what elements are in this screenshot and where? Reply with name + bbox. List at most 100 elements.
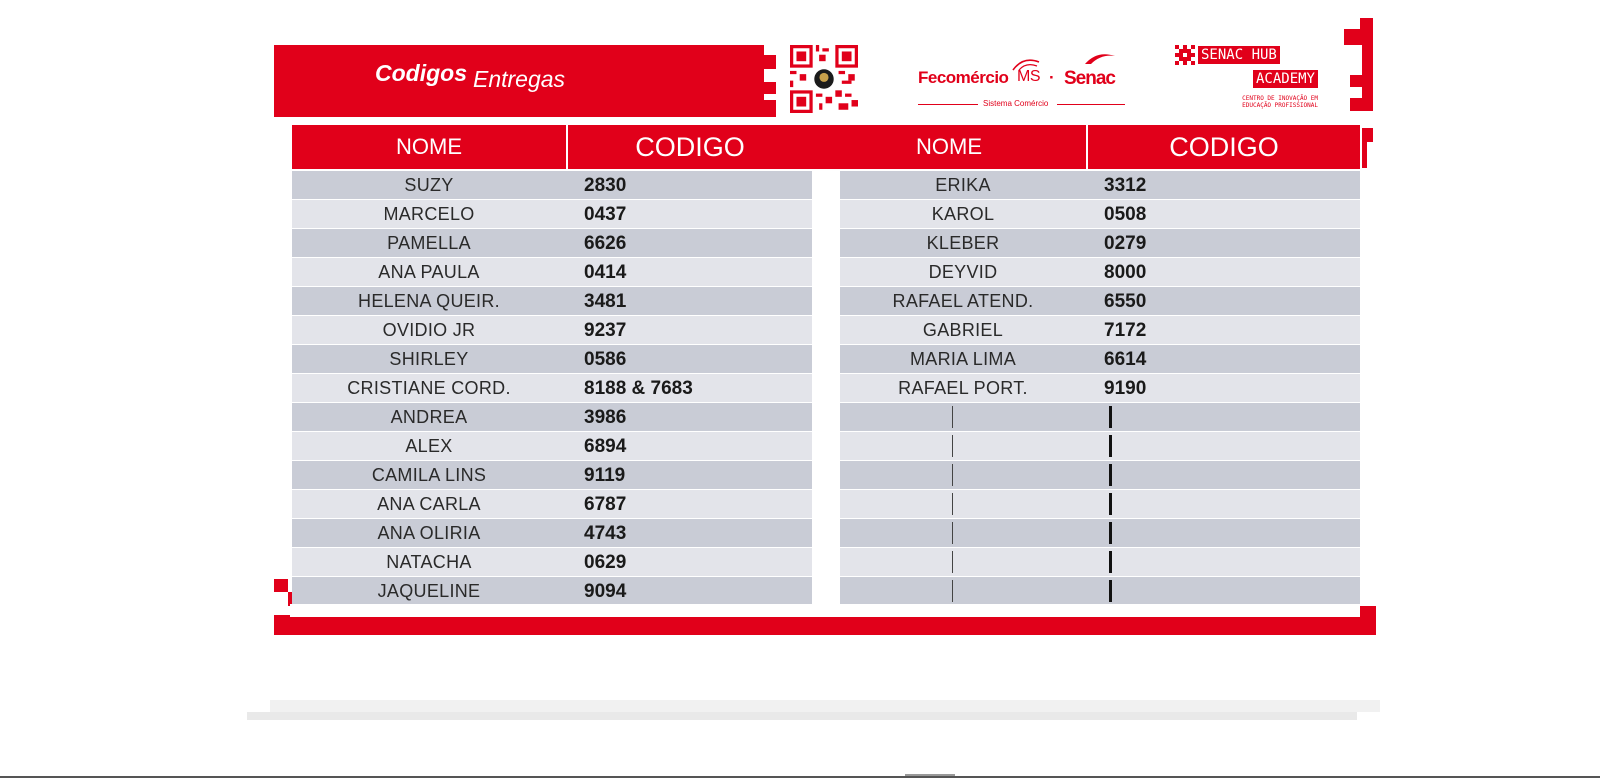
page-title: Codigos Entregas xyxy=(375,60,565,92)
fecomercio-senac-logo: Fecomércio MS · Senac Sistema Comércio xyxy=(915,50,1130,112)
empty-cell-marker xyxy=(1109,435,1112,457)
empty-cell-marker xyxy=(952,522,953,544)
hub-subtitle-2: EDUCAÇÃO PROFISSIONAL xyxy=(1242,102,1318,109)
empty-cell-marker xyxy=(1109,580,1112,602)
pixel-deco xyxy=(1362,142,1367,168)
pixel-deco xyxy=(1362,128,1373,142)
name-cell: KLEBER xyxy=(926,233,1000,253)
code-cell: 0437 xyxy=(584,204,627,225)
name-cell: RAFAEL PORT. xyxy=(898,378,1028,398)
pixel-deco xyxy=(748,45,764,55)
pixel-deco xyxy=(764,55,776,69)
empty-cell-marker xyxy=(1109,464,1112,486)
empty-cell-marker xyxy=(1109,493,1112,515)
name-cell: MARIA LIMA xyxy=(909,349,1017,369)
qr-code-icon[interactable] xyxy=(790,45,858,113)
fecomercio-text: Fecomércio xyxy=(918,68,1009,87)
empty-cell-marker xyxy=(952,464,953,486)
name-cell: OVIDIO JR xyxy=(382,320,476,340)
senac-text: Senac xyxy=(1064,68,1116,89)
name-cell: NATACHA xyxy=(386,552,472,572)
viewer-scroll-handle[interactable] xyxy=(905,774,955,776)
code-cell: 7172 xyxy=(1104,320,1147,341)
hub-subtitle-1: CENTRO DE INOVAÇÃO EM xyxy=(1242,95,1318,102)
hub-title-line1: SENAC HUB xyxy=(1198,46,1280,64)
name-cell: ANA OLIRIA xyxy=(377,523,481,543)
name-cell: RAFAEL ATEND. xyxy=(892,291,1034,311)
pixel-deco xyxy=(1360,18,1373,29)
name-cell: CAMILA LINS xyxy=(371,465,487,485)
pixel-deco xyxy=(1350,98,1362,111)
name-cell: ANA CARLA xyxy=(377,494,481,514)
code-cell: 6626 xyxy=(584,233,627,254)
name-cell: ANA PAULA xyxy=(378,262,480,282)
page-shadow xyxy=(270,700,1380,712)
name-cell: CRISTIANE CORD. xyxy=(347,378,511,398)
hub-pixel-icon xyxy=(1175,45,1195,65)
name-cell: KAROL xyxy=(931,204,995,224)
page-shadow xyxy=(247,712,1357,720)
senac-hub-academy-logo: SENAC HUB ACADEMY CENTRO DE INOVAÇÃO EM … xyxy=(1173,45,1318,113)
code-cell: 0629 xyxy=(584,552,627,573)
header-codigo-right: CODIGO xyxy=(1088,125,1360,169)
code-cell: 0586 xyxy=(584,349,627,370)
table-row xyxy=(840,519,1360,547)
name-cell: SHIRLEY xyxy=(389,349,469,369)
code-cell: 3481 xyxy=(584,291,627,312)
name-cell: ERIKA xyxy=(935,175,991,195)
table-row xyxy=(840,461,1360,489)
code-cell: 8000 xyxy=(1104,262,1147,283)
logo-rule-right xyxy=(1057,104,1125,105)
logo-separator: · xyxy=(1049,68,1055,87)
header-nome-left: NOME xyxy=(292,125,566,169)
pixel-deco xyxy=(764,82,776,94)
logo-rule-left xyxy=(918,104,978,105)
table-row xyxy=(840,432,1360,460)
empty-cell-marker xyxy=(952,580,953,602)
footer-inner xyxy=(290,604,1360,617)
header-codigo-left: CODIGO xyxy=(568,125,812,169)
empty-cell-marker xyxy=(952,551,953,573)
name-cell: ANDREA xyxy=(390,407,468,427)
pixel-deco xyxy=(1350,75,1362,87)
pixel-deco xyxy=(1360,606,1376,616)
name-cell: DEYVID xyxy=(928,262,998,282)
name-cell: HELENA QUEIR. xyxy=(358,291,500,311)
code-cell: 3986 xyxy=(584,407,627,428)
code-cell: 0414 xyxy=(584,262,627,283)
code-cell: 2830 xyxy=(584,175,627,196)
code-cell: 0279 xyxy=(1104,233,1147,254)
code-cell: 3312 xyxy=(1104,175,1147,196)
name-cell: GABRIEL xyxy=(922,320,1004,340)
name-cell: PAMELLA xyxy=(387,233,471,253)
empty-cell-marker xyxy=(952,435,953,457)
header-nome-right: NOME xyxy=(812,125,1086,169)
code-cell: 8188 & 7683 xyxy=(584,378,693,399)
hub-title-line2: ACADEMY xyxy=(1252,70,1318,88)
code-cell: 0508 xyxy=(1104,204,1147,225)
table-row xyxy=(840,548,1360,576)
footer-banner xyxy=(274,615,1376,635)
table-row xyxy=(840,403,1360,431)
name-cell: MARCELO xyxy=(383,204,475,224)
table-row xyxy=(840,577,1360,605)
title-bold: Codigos xyxy=(375,60,467,86)
code-cell: 9094 xyxy=(584,581,627,602)
empty-cell-marker xyxy=(952,493,953,515)
table-row xyxy=(840,490,1360,518)
fecomercio-swoosh-icon xyxy=(1012,59,1040,71)
code-cell: 9190 xyxy=(1104,378,1147,399)
code-cell: 6614 xyxy=(1104,349,1147,370)
pixel-deco xyxy=(1362,45,1373,111)
code-cell: 6787 xyxy=(584,494,627,515)
empty-cell-marker xyxy=(1109,522,1112,544)
code-cell: 6894 xyxy=(584,436,627,457)
code-cell: 9119 xyxy=(584,465,626,486)
name-cell: SUZY xyxy=(404,175,454,195)
name-cell: JAQUELINE xyxy=(377,581,481,601)
pixel-deco xyxy=(1344,29,1373,45)
title-rest: Entregas xyxy=(473,66,566,92)
pixel-deco xyxy=(274,579,288,592)
pixel-deco xyxy=(764,100,776,117)
senac-swoosh-icon xyxy=(1085,54,1115,64)
